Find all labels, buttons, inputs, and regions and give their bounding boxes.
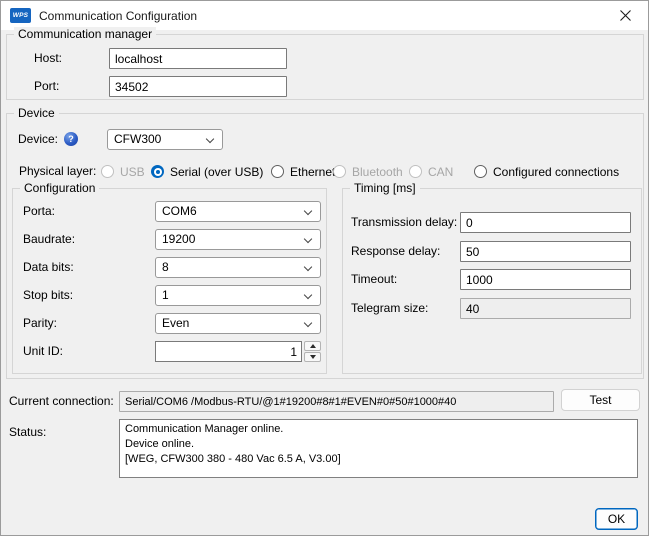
device-group-label: Device: [14, 106, 59, 121]
parity-combo[interactable]: Even: [155, 313, 321, 334]
data-bits-combo-value: 8: [162, 258, 169, 277]
communication-manager-group: Communication manager Host: Port:: [6, 34, 644, 100]
current-connection-field: [119, 391, 554, 412]
spin-down-button[interactable]: [304, 352, 321, 362]
chevron-down-icon: [206, 135, 214, 143]
unit-id-label: Unit ID:: [23, 341, 63, 362]
radio-icon: [151, 165, 164, 178]
stop-bits-label: Stop bits:: [23, 285, 73, 306]
communication-manager-group-label: Communication manager: [14, 27, 156, 42]
chevron-down-icon: [304, 291, 312, 299]
status-line: [WEG, CFW300 380 - 480 Vac 6.5 A, V3.00]: [125, 452, 632, 467]
chevron-down-icon: [304, 263, 312, 271]
close-button[interactable]: [603, 1, 648, 30]
porta-label: Porta:: [23, 201, 55, 222]
baudrate-label: Baudrate:: [23, 229, 75, 250]
physical-layer-label: Physical layer:: [19, 161, 96, 182]
telegram-size-field: [460, 298, 631, 319]
timing-group-label: Timing [ms]: [350, 181, 420, 196]
physical-layer-usb-radio: USB: [101, 161, 145, 182]
device-label: Device:: [18, 129, 58, 150]
physical-layer-ethernet-label: Ethernet: [290, 165, 335, 179]
stop-bits-combo[interactable]: 1: [155, 285, 321, 306]
arrow-down-icon: [310, 355, 316, 359]
configuration-group: Configuration Porta: COM6 Baudrate: 1920…: [12, 188, 327, 374]
device-group: Device Device: ? CFW300 Physical layer: …: [6, 113, 644, 379]
response-delay-input[interactable]: [460, 241, 631, 262]
window-title: Communication Configuration: [39, 9, 197, 23]
data-bits-label: Data bits:: [23, 257, 74, 278]
radio-icon: [333, 165, 346, 178]
physical-layer-configured-connections-label: Configured connections: [493, 165, 619, 179]
baudrate-combo-value: 19200: [162, 230, 195, 249]
port-label: Port:: [34, 76, 59, 97]
transmission-delay-label: Transmission delay:: [351, 212, 457, 233]
physical-layer-usb-label: USB: [120, 165, 145, 179]
radio-icon: [474, 165, 487, 178]
physical-layer-serial-radio[interactable]: Serial (over USB): [151, 161, 263, 182]
timing-group: Timing [ms] Transmission delay: Response…: [342, 188, 642, 374]
radio-icon: [271, 165, 284, 178]
parity-label: Parity:: [23, 313, 57, 334]
physical-layer-serial-label: Serial (over USB): [170, 165, 263, 179]
radio-icon: [101, 165, 114, 178]
help-icon[interactable]: ?: [64, 132, 78, 146]
host-input[interactable]: [109, 48, 287, 69]
chevron-down-icon: [304, 235, 312, 243]
physical-layer-can-label: CAN: [428, 165, 453, 179]
physical-layer-ethernet-radio[interactable]: Ethernet: [271, 161, 335, 182]
transmission-delay-input[interactable]: [460, 212, 631, 233]
data-bits-combo[interactable]: 8: [155, 257, 321, 278]
unit-id-spin-buttons: [304, 341, 321, 362]
response-delay-label: Response delay:: [351, 241, 440, 262]
physical-layer-configured-connections-radio[interactable]: Configured connections: [474, 161, 619, 182]
chevron-down-icon: [304, 207, 312, 215]
unit-id-stepper: [155, 341, 321, 362]
host-label: Host:: [34, 48, 62, 69]
wps-app-icon: WPS: [10, 8, 31, 23]
baudrate-combo[interactable]: 19200: [155, 229, 321, 250]
status-line: Device online.: [125, 437, 632, 452]
parity-combo-value: Even: [162, 314, 189, 333]
porta-combo-value: COM6: [162, 202, 197, 221]
radio-icon: [409, 165, 422, 178]
current-connection-label: Current connection:: [9, 391, 114, 412]
communication-configuration-dialog: WPS Communication Configuration Communic…: [0, 0, 649, 536]
timeout-input[interactable]: [460, 269, 631, 290]
timeout-label: Timeout:: [351, 269, 397, 290]
test-button[interactable]: Test: [561, 389, 640, 411]
status-line: Communication Manager online.: [125, 422, 632, 437]
ok-button[interactable]: OK: [595, 508, 638, 530]
titlebar[interactable]: WPS Communication Configuration: [1, 1, 648, 30]
port-input[interactable]: [109, 76, 287, 97]
porta-combo[interactable]: COM6: [155, 201, 321, 222]
stop-bits-combo-value: 1: [162, 286, 169, 305]
physical-layer-bluetooth-radio: Bluetooth: [333, 161, 403, 182]
device-combo-value: CFW300: [114, 130, 161, 149]
chevron-down-icon: [304, 319, 312, 327]
unit-id-input[interactable]: [155, 341, 302, 362]
physical-layer-bluetooth-label: Bluetooth: [352, 165, 403, 179]
device-combo[interactable]: CFW300: [107, 129, 223, 150]
arrow-up-icon: [310, 344, 316, 348]
status-box: Communication Manager online. Device onl…: [119, 419, 638, 478]
status-label: Status:: [9, 422, 46, 443]
physical-layer-can-radio: CAN: [409, 161, 453, 182]
telegram-size-label: Telegram size:: [351, 298, 428, 319]
spin-up-button[interactable]: [304, 341, 321, 351]
close-icon: [620, 10, 631, 21]
configuration-group-label: Configuration: [20, 181, 99, 196]
